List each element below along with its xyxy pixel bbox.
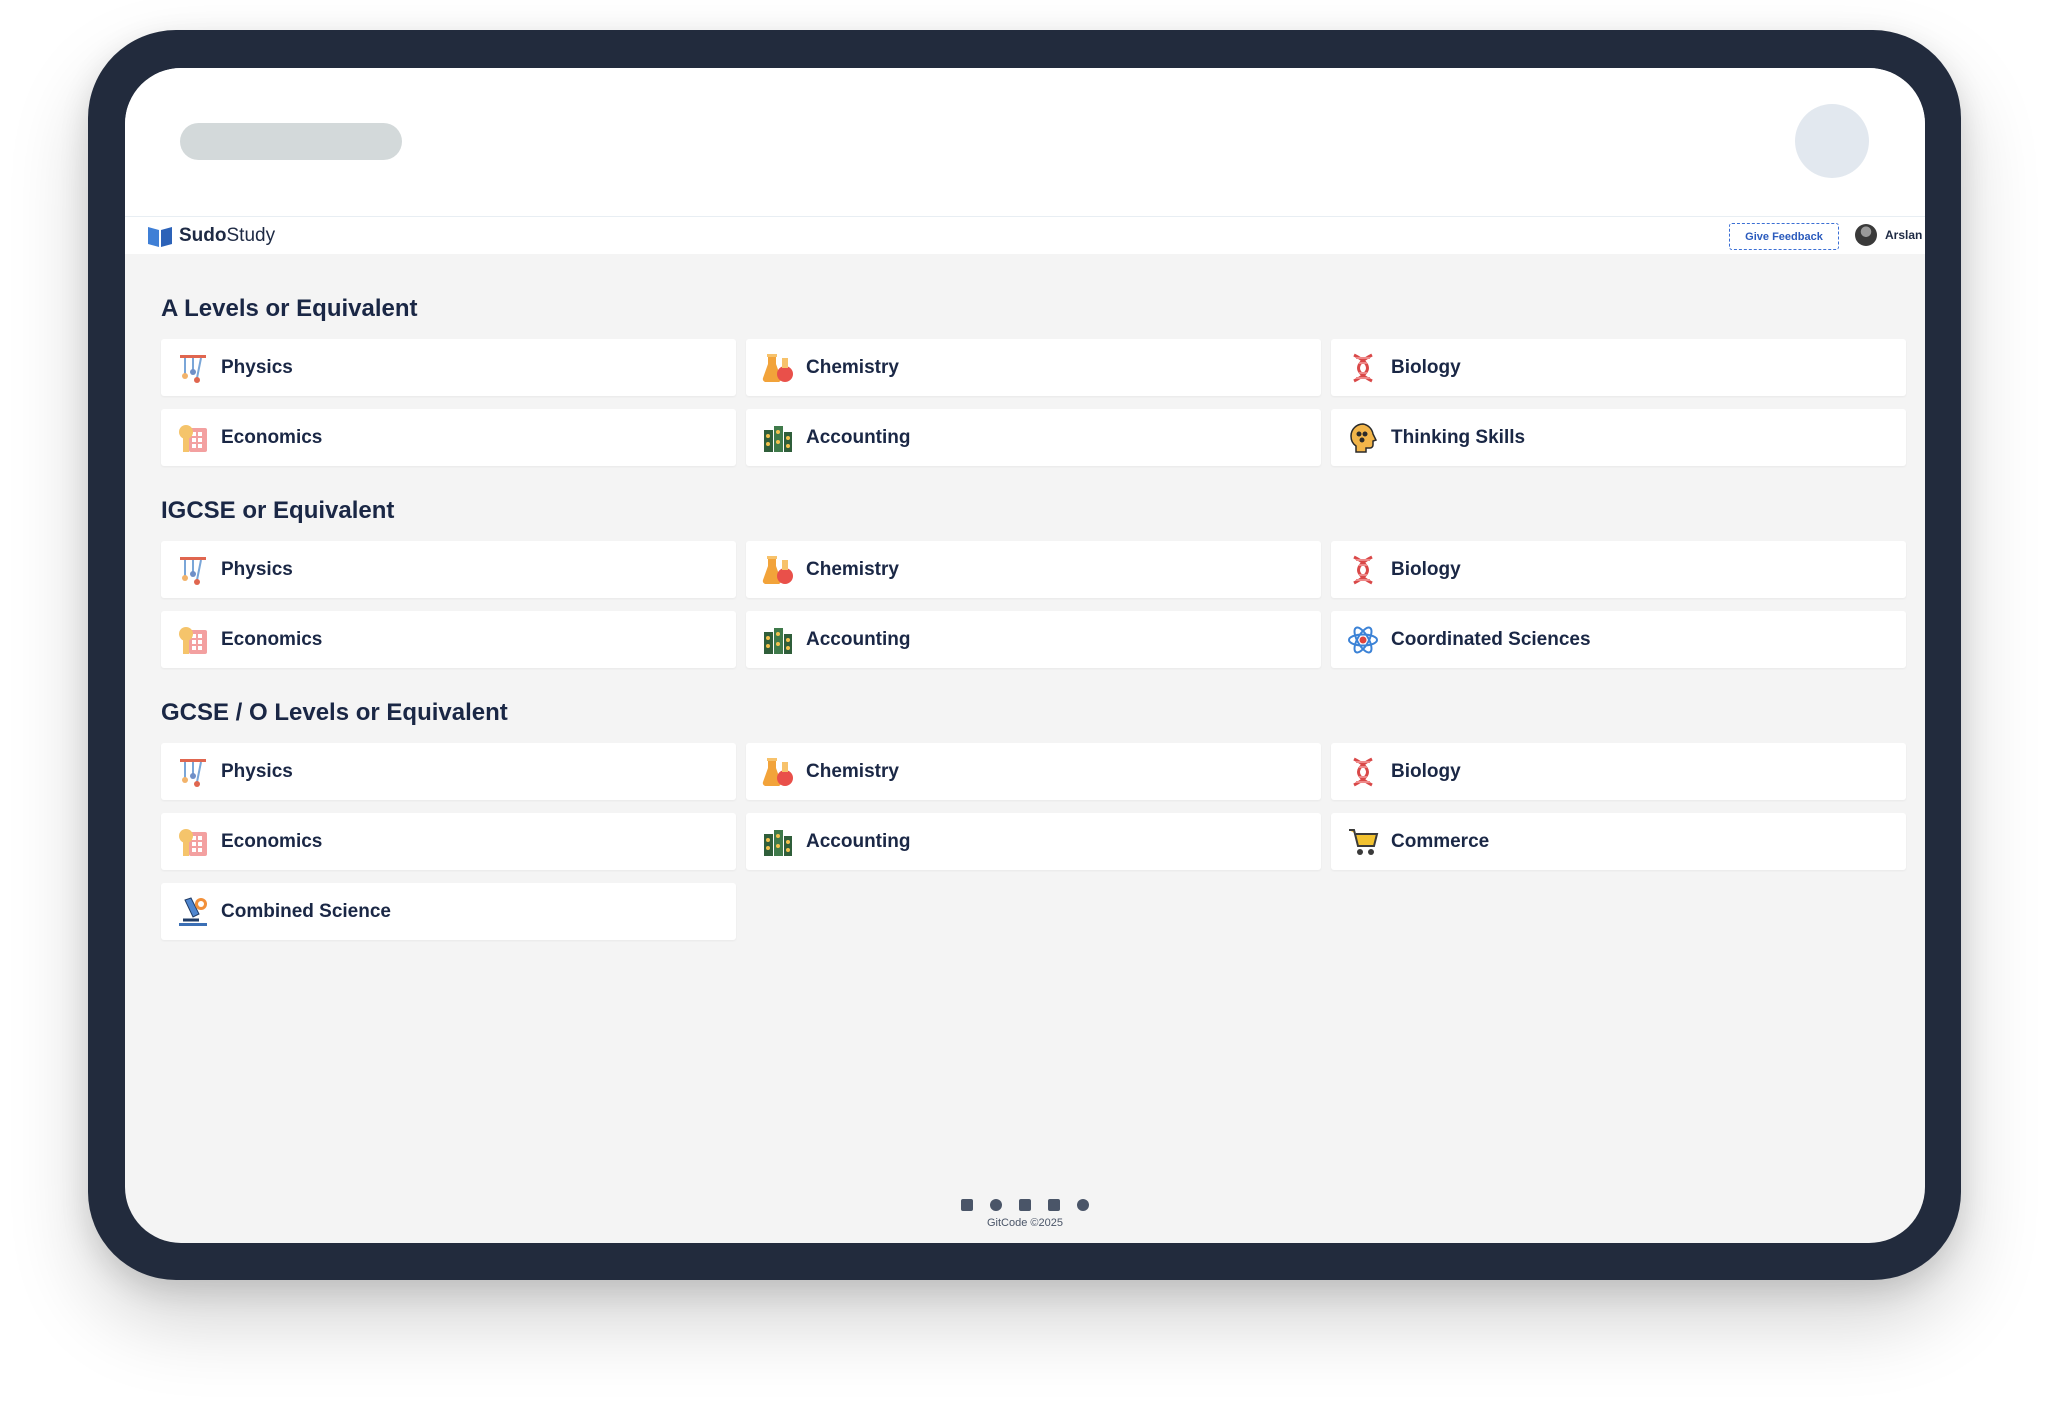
subject-label: Chemistry xyxy=(806,558,899,580)
avatar xyxy=(1855,224,1877,246)
economics-icon xyxy=(177,624,209,656)
subject-card-commerce[interactable]: Commerce xyxy=(1331,813,1906,870)
subject-card-chemistry[interactable]: Chemistry xyxy=(746,339,1321,396)
subject-card-chemistry[interactable]: Chemistry xyxy=(746,743,1321,800)
subject-card-economics[interactable]: Economics xyxy=(161,611,736,668)
subject-label: Economics xyxy=(221,830,323,852)
user-menu[interactable]: Arslan xyxy=(1855,224,1922,246)
subject-card-accounting[interactable]: Accounting xyxy=(746,813,1321,870)
open-book-icon xyxy=(148,227,172,247)
subject-card-biology[interactable]: Biology xyxy=(1331,541,1906,598)
subject-card-economics[interactable]: Economics xyxy=(161,813,736,870)
flask-icon xyxy=(762,554,794,586)
economics-icon xyxy=(177,422,209,454)
subject-label: Biology xyxy=(1391,760,1461,782)
physics-icon xyxy=(177,554,209,586)
linkedin-icon[interactable] xyxy=(1048,1199,1060,1211)
facebook-icon[interactable] xyxy=(961,1199,973,1211)
subject-card-economics[interactable]: Economics xyxy=(161,409,736,466)
brain-head-icon xyxy=(1347,422,1379,454)
subject-card-biology[interactable]: Biology xyxy=(1331,743,1906,800)
subject-card-coordinated-sciences[interactable]: Coordinated Sciences xyxy=(1331,611,1906,668)
copyright-text: GitCode ©2025 xyxy=(987,1217,1063,1229)
subject-label: Accounting xyxy=(806,628,911,650)
flask-icon xyxy=(762,352,794,384)
subject-label: Economics xyxy=(221,628,323,650)
section-title: A Levels or Equivalent xyxy=(161,295,418,322)
subject-label: Chemistry xyxy=(806,760,899,782)
subject-label: Physics xyxy=(221,558,293,580)
accounting-icon xyxy=(762,826,794,858)
subject-card-biology[interactable]: Biology xyxy=(1331,339,1906,396)
section-title: IGCSE or Equivalent xyxy=(161,497,395,524)
loading-placeholder-bar xyxy=(180,123,402,160)
loading-placeholder-avatar xyxy=(1795,104,1869,178)
subject-label: Physics xyxy=(221,760,293,782)
subject-label: Thinking Skills xyxy=(1391,426,1526,448)
subject-card-thinking-skills[interactable]: Thinking Skills xyxy=(1331,409,1906,466)
section-title: GCSE / O Levels or Equivalent xyxy=(161,699,508,726)
subject-label: Accounting xyxy=(806,426,911,448)
social-links xyxy=(961,1199,1089,1211)
subject-card-physics[interactable]: Physics xyxy=(161,743,736,800)
dna-icon xyxy=(1347,352,1379,384)
subject-label: Coordinated Sciences xyxy=(1391,628,1591,650)
subject-label: Combined Science xyxy=(221,900,391,922)
instagram-icon[interactable] xyxy=(990,1199,1002,1211)
navbar: SudoStudy Give Feedback Arslan xyxy=(125,216,1925,254)
subject-label: Physics xyxy=(221,356,293,378)
subject-label: Biology xyxy=(1391,558,1461,580)
subject-label: Biology xyxy=(1391,356,1461,378)
microscope-icon xyxy=(177,896,209,928)
subject-card-accounting[interactable]: Accounting xyxy=(746,611,1321,668)
subject-label: Economics xyxy=(221,426,323,448)
brand-name: SudoStudy xyxy=(179,225,276,246)
physics-icon xyxy=(177,756,209,788)
subject-label: Commerce xyxy=(1391,830,1490,852)
physics-icon xyxy=(177,352,209,384)
app-screen: SudoStudy Give Feedback Arslan A Levels … xyxy=(125,68,1925,1243)
subject-card-combined-science[interactable]: Combined Science xyxy=(161,883,736,940)
youtube-icon[interactable] xyxy=(1019,1199,1031,1211)
give-feedback-button[interactable]: Give Feedback xyxy=(1729,223,1839,250)
subject-label: Chemistry xyxy=(806,356,899,378)
subject-card-physics[interactable]: Physics xyxy=(161,541,736,598)
brand-logo[interactable]: SudoStudy xyxy=(147,224,275,248)
economics-icon xyxy=(177,826,209,858)
reddit-icon[interactable] xyxy=(1077,1199,1089,1211)
placeholder-header xyxy=(125,68,1925,216)
dna-icon xyxy=(1347,554,1379,586)
accounting-icon xyxy=(762,422,794,454)
subject-card-accounting[interactable]: Accounting xyxy=(746,409,1321,466)
subject-card-physics[interactable]: Physics xyxy=(161,339,736,396)
atom-icon xyxy=(1347,624,1379,656)
footer: GitCode ©2025 xyxy=(125,1199,1925,1229)
flask-icon xyxy=(762,756,794,788)
accounting-icon xyxy=(762,624,794,656)
shopping-cart-icon xyxy=(1347,826,1379,858)
subject-label: Accounting xyxy=(806,830,911,852)
user-name: Arslan xyxy=(1885,228,1923,242)
dna-icon xyxy=(1347,756,1379,788)
subject-card-chemistry[interactable]: Chemistry xyxy=(746,541,1321,598)
